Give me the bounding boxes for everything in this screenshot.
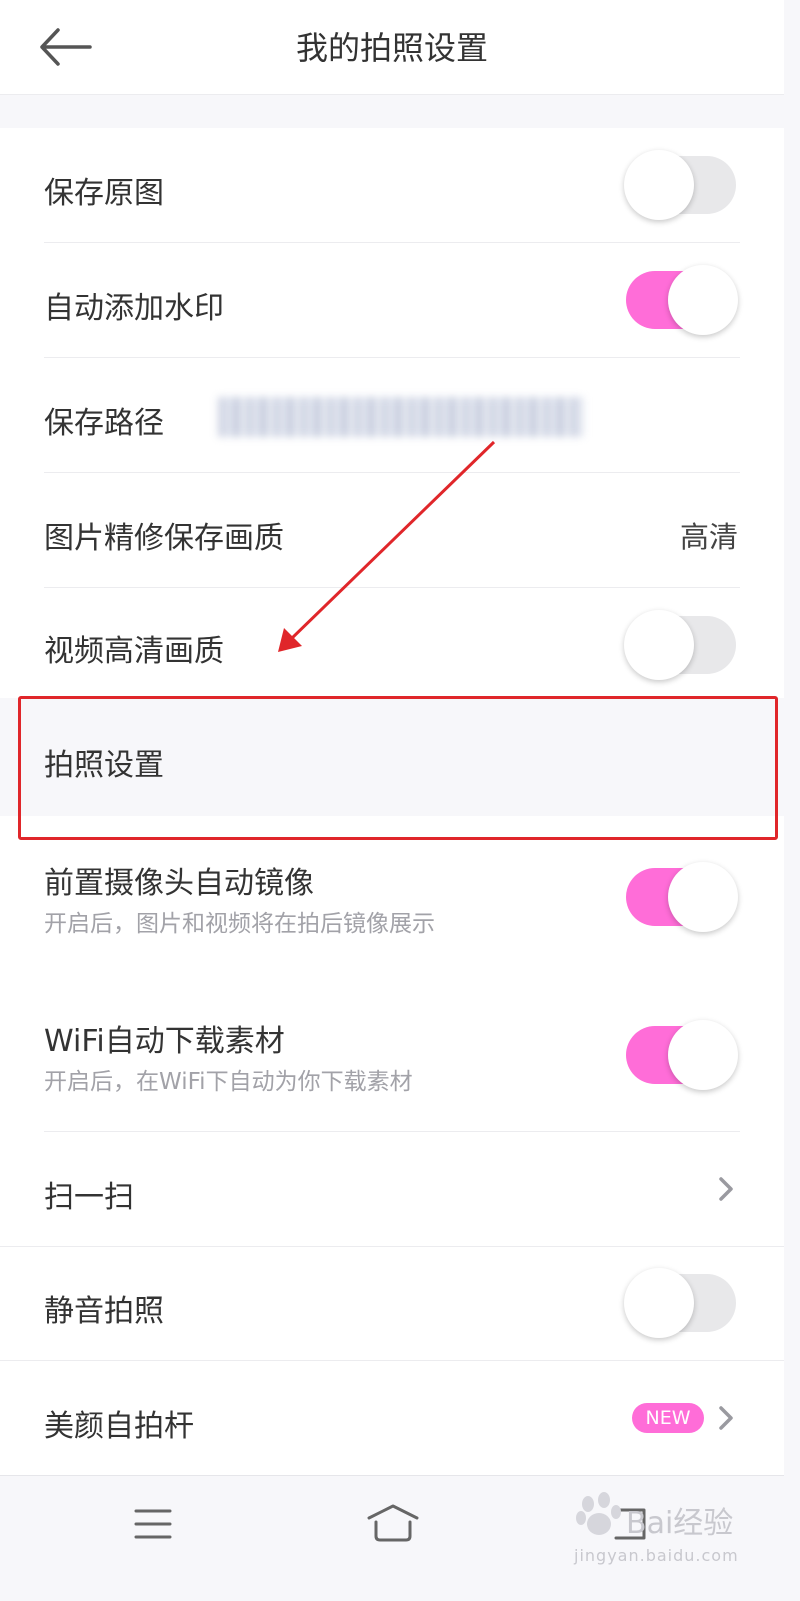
setting-selfie-stick[interactable]: 美颜自拍杆 NEW [0,1361,784,1475]
save-path-label: 保存路径 [44,406,164,441]
auto-watermark-toggle[interactable] [624,265,738,335]
video-hd-toggle[interactable] [624,610,738,680]
page-title: 我的拍照设置 [295,29,488,67]
retouch-quality-value: 高清 [679,520,738,554]
setting-save-original: 保存原图 [0,128,784,243]
setting-silent-shot: 静音拍照 [0,1246,784,1360]
chevron-right-icon [719,1406,733,1430]
watermark-text: Bai经验 [626,1506,734,1541]
setting-scan[interactable]: 扫一扫 [0,1132,784,1246]
front-mirror-toggle[interactable] [624,862,738,932]
paw-logo-icon [576,1492,621,1535]
setting-video-hd: 视频高清画质 [0,588,784,698]
setting-retouch-quality[interactable]: 图片精修保存画质 高清 [0,473,784,588]
selfie-stick-label: 美颜自拍杆 [44,1409,194,1444]
front-mirror-label: 前置摄像头自动镜像 [44,866,314,901]
arrow-left-icon[interactable] [38,26,94,68]
save-original-label: 保存原图 [44,176,164,211]
scan-label: 扫一扫 [44,1180,134,1215]
chevron-right-icon [719,1177,733,1201]
silent-shot-toggle[interactable] [624,1268,738,1338]
photo-settings-section: 前置摄像头自动镜像 开启后，图片和视频将在拍后镜像展示 WiFi自动下载素材 开… [0,816,784,1475]
wifi-download-desc: 开启后，在WiFi下自动为你下载素材 [44,1069,413,1095]
watermark: Bai经验 jingyan.baidu.com [534,1488,744,1580]
wifi-download-label: WiFi自动下载素材 [44,1024,285,1059]
home-icon[interactable] [366,1502,420,1544]
annotation-highlight-box [18,696,778,840]
auto-watermark-label: 自动添加水印 [44,291,224,326]
video-hd-label: 视频高清画质 [44,634,224,669]
new-badge: NEW [632,1403,704,1433]
front-mirror-desc: 开启后，图片和视频将在拍后镜像展示 [44,911,435,937]
save-original-toggle[interactable] [624,150,738,220]
silent-shot-label: 静音拍照 [44,1294,164,1329]
watermark-sub: jingyan.baidu.com [574,1546,739,1565]
menu-icon[interactable] [134,1506,172,1542]
save-path-value-blurred [218,397,584,437]
wifi-download-toggle[interactable] [624,1020,738,1090]
setting-auto-watermark: 自动添加水印 [0,243,784,358]
setting-wifi-download: WiFi自动下载素材 开启后，在WiFi下自动为你下载素材 [0,974,784,1132]
retouch-quality-label: 图片精修保存画质 [44,521,284,556]
